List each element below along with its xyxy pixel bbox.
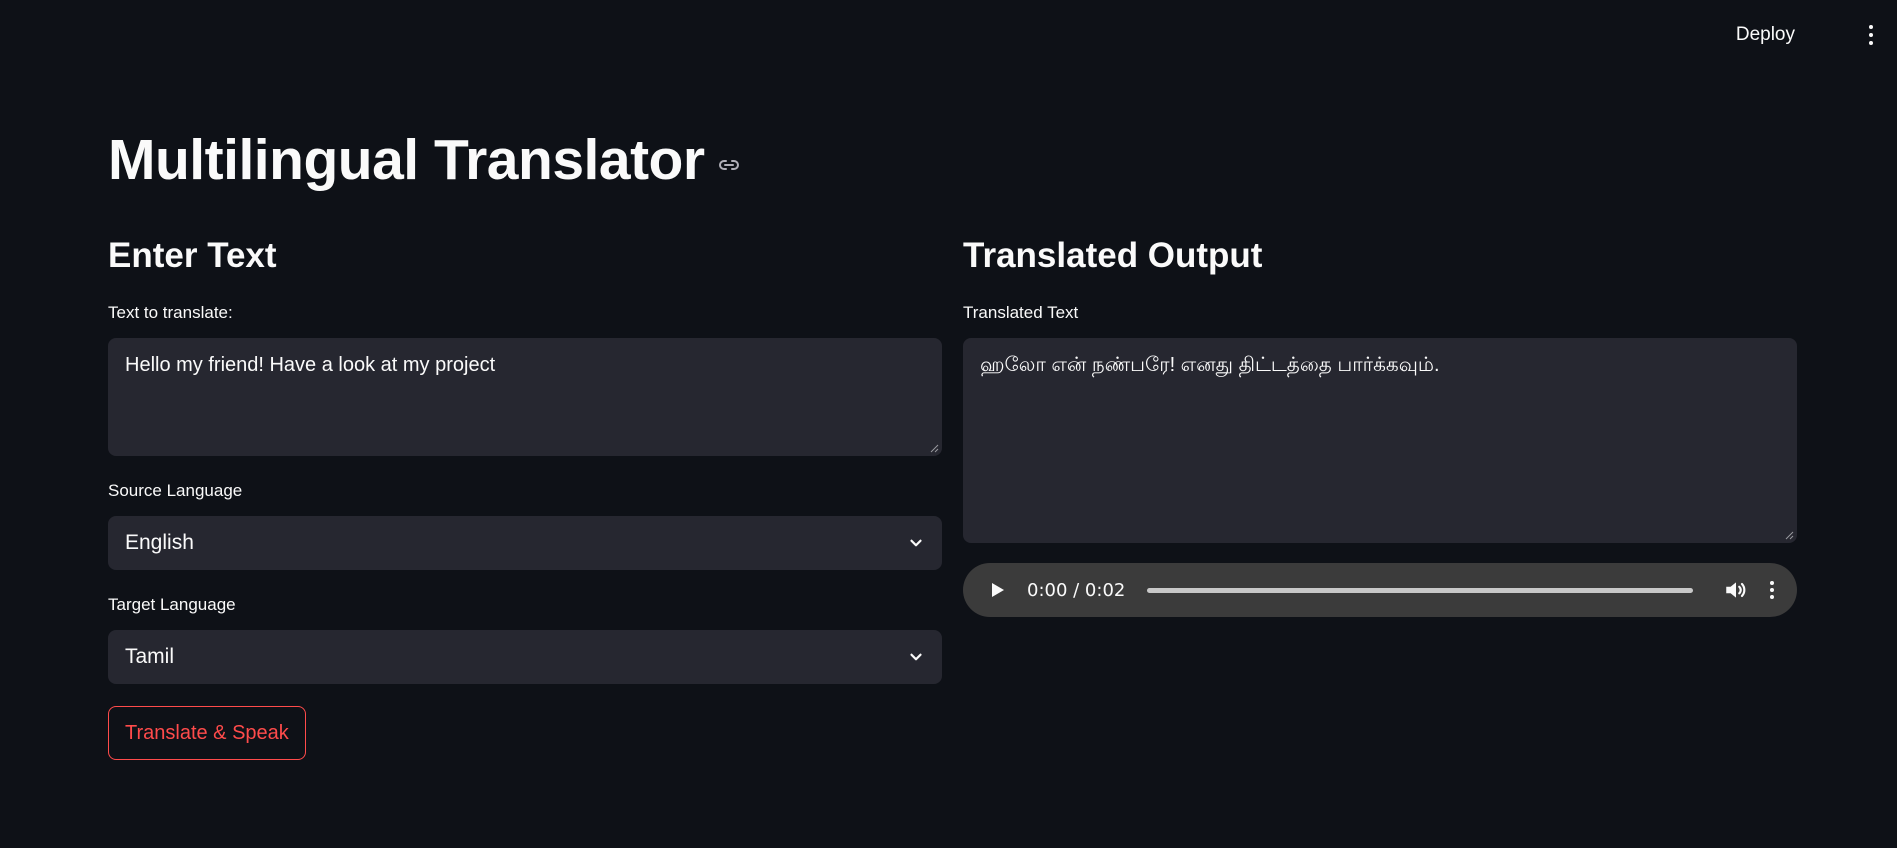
text-to-translate-label: Text to translate:: [108, 303, 233, 322]
page-title: Multilingual Translator: [108, 128, 705, 192]
main-menu-icon[interactable]: [1859, 20, 1883, 50]
translated-output-heading: Translated Output: [963, 236, 1263, 275]
deploy-button[interactable]: Deploy: [1730, 20, 1801, 50]
play-icon[interactable]: [987, 580, 1007, 600]
source-text-area[interactable]: Hello my friend! Have a look at my proje…: [108, 338, 942, 456]
resize-handle-icon[interactable]: [1784, 530, 1794, 540]
volume-icon[interactable]: [1723, 577, 1749, 603]
resize-handle-icon[interactable]: [929, 443, 939, 453]
source-language-label: Source Language: [108, 481, 243, 500]
app-header: Deploy: [0, 0, 1897, 70]
target-language-label: Target Language: [108, 595, 236, 614]
translated-text-value: ஹலோ என் நண்பரே! எனது திட்டத்தை பார்க்கவு…: [980, 354, 1440, 376]
audio-options-icon[interactable]: [1767, 581, 1777, 599]
target-language-select[interactable]: Tamil: [108, 630, 942, 684]
source-text-value: Hello my friend! Have a look at my proje…: [125, 354, 496, 376]
chevron-down-icon: [910, 539, 922, 547]
input-column: Enter Text Text to translate: Hello my f…: [108, 232, 942, 760]
translate-speak-button[interactable]: Translate & Speak: [108, 706, 306, 760]
enter-text-heading: Enter Text: [108, 236, 277, 275]
audio-progress-bar[interactable]: [1147, 587, 1693, 593]
title-row: Multilingual Translator: [108, 124, 741, 196]
audio-player: 0:00 / 0:02: [963, 563, 1797, 617]
source-language-value: English: [125, 531, 194, 554]
translated-text-label: Translated Text: [963, 303, 1079, 322]
source-language-select[interactable]: English: [108, 516, 942, 570]
translated-text-area[interactable]: ஹலோ என் நண்பரே! எனது திட்டத்தை பார்க்கவு…: [963, 338, 1797, 543]
chevron-down-icon: [910, 653, 922, 661]
anchor-link-icon[interactable]: [717, 153, 741, 177]
output-column: Translated Output Translated Text ஹலோ என…: [963, 232, 1797, 617]
audio-time: 0:00 / 0:02: [1027, 579, 1126, 601]
target-language-value: Tamil: [125, 645, 175, 668]
